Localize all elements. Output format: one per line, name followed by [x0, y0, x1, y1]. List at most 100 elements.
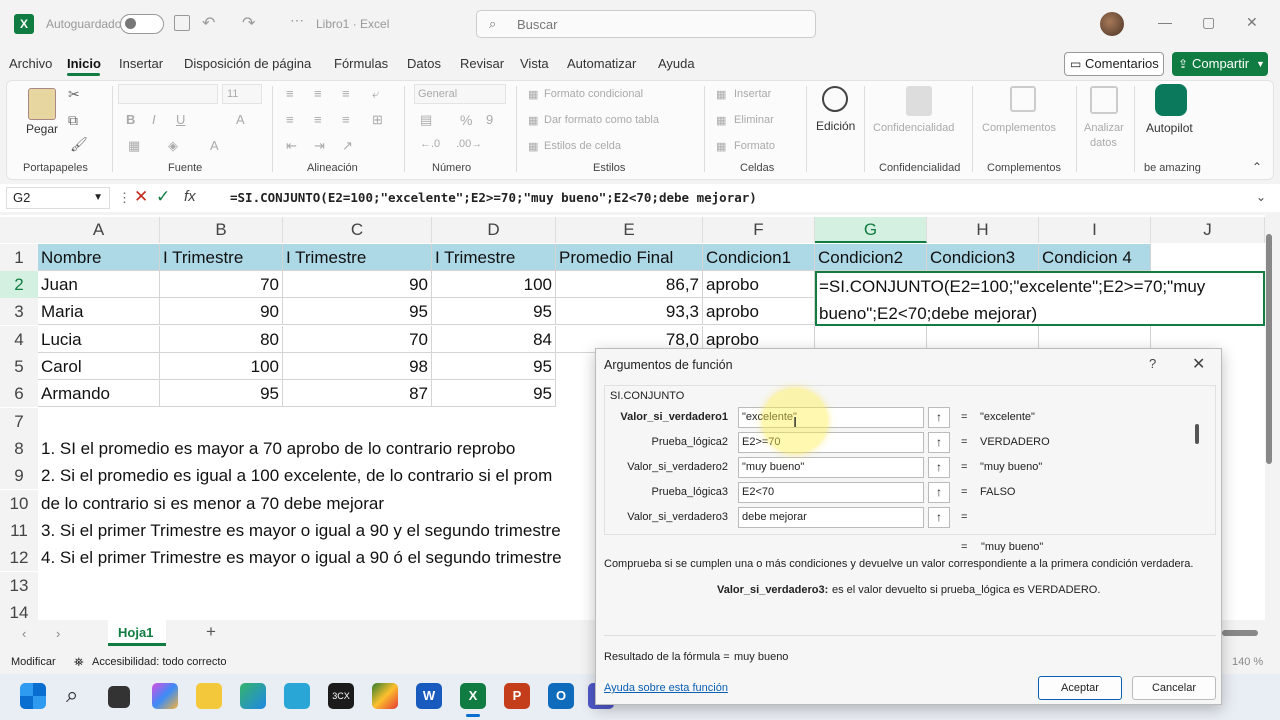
help-icon[interactable]: ?: [1149, 356, 1156, 371]
merge-icon[interactable]: ⊞: [372, 112, 383, 128]
store-icon[interactable]: [284, 683, 310, 709]
table-format-button[interactable]: Dar formato como tabla: [544, 114, 659, 126]
maximize-icon[interactable]: ▢: [1202, 14, 1215, 31]
close-dialog-icon[interactable]: ✕: [1192, 354, 1205, 374]
cell-h1[interactable]: Condicion3: [927, 244, 1039, 271]
conditional-format-button[interactable]: Formato condicional: [544, 88, 643, 100]
cell-i1[interactable]: Condicion 4: [1039, 244, 1151, 271]
column-header-c[interactable]: C: [283, 217, 432, 243]
cell-e2[interactable]: 86,7: [556, 271, 703, 298]
paste-label[interactable]: Pegar: [26, 122, 58, 136]
column-header-b[interactable]: B: [160, 217, 283, 243]
align-left-icon[interactable]: ≡: [286, 112, 294, 127]
arg-input-4[interactable]: E2<70: [738, 482, 924, 503]
cell-a2[interactable]: Juan: [38, 271, 160, 298]
cell-b5[interactable]: 100: [160, 353, 283, 380]
percent-icon[interactable]: %: [460, 112, 472, 128]
note-row-12[interactable]: 4. Si el primer Trimestre es mayor o igu…: [41, 548, 562, 568]
file-explorer-icon[interactable]: [196, 683, 222, 709]
cell-d3[interactable]: 95: [432, 298, 556, 325]
user-avatar[interactable]: [1100, 12, 1124, 36]
cell-a4[interactable]: Lucia: [38, 326, 160, 353]
cell-a1[interactable]: Nombre: [38, 244, 160, 271]
cell-g2-editor[interactable]: =SI.CONJUNTO(E2=100;"excelente";E2>=70;"…: [815, 271, 1265, 326]
indent-increase-icon[interactable]: ⇥: [314, 138, 325, 154]
column-header-i[interactable]: I: [1039, 217, 1151, 243]
cell-b2[interactable]: 70: [160, 271, 283, 298]
analyze-data-label-1[interactable]: Analizar: [1084, 122, 1124, 134]
align-top-icon[interactable]: ≡: [286, 86, 294, 101]
menu-disposicion[interactable]: Disposición de página: [184, 56, 311, 71]
ok-button[interactable]: Aceptar: [1038, 676, 1122, 700]
next-sheet-icon[interactable]: ›: [56, 626, 60, 641]
confirm-icon[interactable]: ✓: [156, 187, 170, 207]
decimal-increase-icon[interactable]: ←.0: [420, 138, 440, 150]
row-header-13[interactable]: 13: [0, 572, 38, 599]
cell-b6[interactable]: 95: [160, 380, 283, 407]
cell-c6[interactable]: 87: [283, 380, 432, 407]
menu-automatizar[interactable]: Automatizar: [567, 56, 636, 71]
cell-styles-button[interactable]: Estilos de celda: [544, 140, 621, 152]
align-middle-icon[interactable]: ≡: [314, 86, 322, 101]
note-row-9[interactable]: 2. Si el promedio es igual a 100 excelen…: [41, 466, 552, 486]
cell-b3[interactable]: 90: [160, 298, 283, 325]
powerpoint-icon[interactable]: P: [504, 683, 530, 709]
row-header-6[interactable]: 6: [0, 380, 38, 407]
confidentiality-button[interactable]: Confidencialidad: [873, 122, 954, 134]
cell-d1[interactable]: I Trimestre: [432, 244, 556, 271]
cell-a6[interactable]: Armando: [38, 380, 160, 407]
save-icon[interactable]: [174, 15, 190, 31]
prev-sheet-icon[interactable]: ‹: [22, 626, 26, 641]
font-grow-icon[interactable]: A: [236, 112, 245, 127]
menu-archivo[interactable]: Archivo: [9, 56, 52, 71]
font-color-icon[interactable]: A: [210, 138, 219, 153]
row-header-11[interactable]: 11: [0, 517, 38, 544]
note-row-8[interactable]: 1. SI el promedio es mayor a 70 aprobo d…: [41, 439, 515, 459]
search-edit-icon[interactable]: [822, 86, 848, 112]
row-header-3[interactable]: 3: [0, 298, 38, 325]
cell-d5[interactable]: 95: [432, 353, 556, 380]
formula-input[interactable]: =SI.CONJUNTO(E2=100;"excelente";E2>=70;"…: [230, 190, 757, 205]
autopilot-icon[interactable]: [1155, 84, 1187, 116]
copy-icon[interactable]: ⧉: [68, 112, 78, 129]
excel-taskbar-icon[interactable]: X: [460, 683, 486, 709]
cancel-icon[interactable]: ✕: [134, 187, 148, 207]
arguments-scroll-thumb[interactable]: [1195, 424, 1199, 444]
column-header-a[interactable]: A: [38, 217, 160, 243]
copilot-icon[interactable]: [152, 683, 178, 709]
cell-e3[interactable]: 93,3: [556, 298, 703, 325]
chevron-down-icon[interactable]: ▼: [1256, 52, 1265, 76]
comments-button[interactable]: ▭ Comentarios: [1064, 52, 1164, 76]
cell-d6[interactable]: 95: [432, 380, 556, 407]
horizontal-scroll-thumb[interactable]: [1222, 630, 1258, 636]
underline-icon[interactable]: U: [176, 112, 185, 127]
cell-f2[interactable]: aprobo: [703, 271, 815, 298]
close-window-icon[interactable]: ✕: [1246, 14, 1258, 31]
align-bottom-icon[interactable]: ≡: [342, 86, 350, 101]
undo-icon[interactable]: ↶: [202, 13, 215, 33]
cell-c1[interactable]: I Trimestre: [283, 244, 432, 271]
align-right-icon[interactable]: ≡: [342, 112, 350, 127]
column-header-f[interactable]: F: [703, 217, 815, 243]
cell-f3[interactable]: aprobo: [703, 298, 815, 325]
row-header-7[interactable]: 7: [0, 408, 38, 435]
wrap-icon[interactable]: ⤶: [372, 86, 379, 102]
word-icon[interactable]: W: [416, 683, 442, 709]
note-row-10[interactable]: de lo contrario si es menor a 70 debe me…: [41, 494, 384, 514]
orientation-icon[interactable]: ↗: [342, 138, 353, 154]
format-cells-button[interactable]: Formato: [734, 140, 775, 152]
menu-formulas[interactable]: Fórmulas: [334, 56, 388, 71]
cell-a5[interactable]: Carol: [38, 353, 160, 380]
collapse-dialog-icon[interactable]: ↑: [928, 432, 950, 453]
cell-a3[interactable]: Maria: [38, 298, 160, 325]
addins-button[interactable]: Complementos: [982, 122, 1056, 134]
insert-cells-button[interactable]: Insertar: [734, 88, 771, 100]
taskbar-search-icon[interactable]: ⌕: [66, 682, 78, 708]
note-row-11[interactable]: 3. Si el primer Trimestre es mayor o igu…: [41, 521, 561, 541]
column-header-d[interactable]: D: [432, 217, 556, 243]
delete-cells-button[interactable]: Eliminar: [734, 114, 774, 126]
fill-color-icon[interactable]: ◈: [168, 138, 178, 154]
row-header-4[interactable]: 4: [0, 326, 38, 353]
edit-button[interactable]: Edición: [816, 119, 855, 133]
bold-icon[interactable]: B: [126, 112, 135, 127]
